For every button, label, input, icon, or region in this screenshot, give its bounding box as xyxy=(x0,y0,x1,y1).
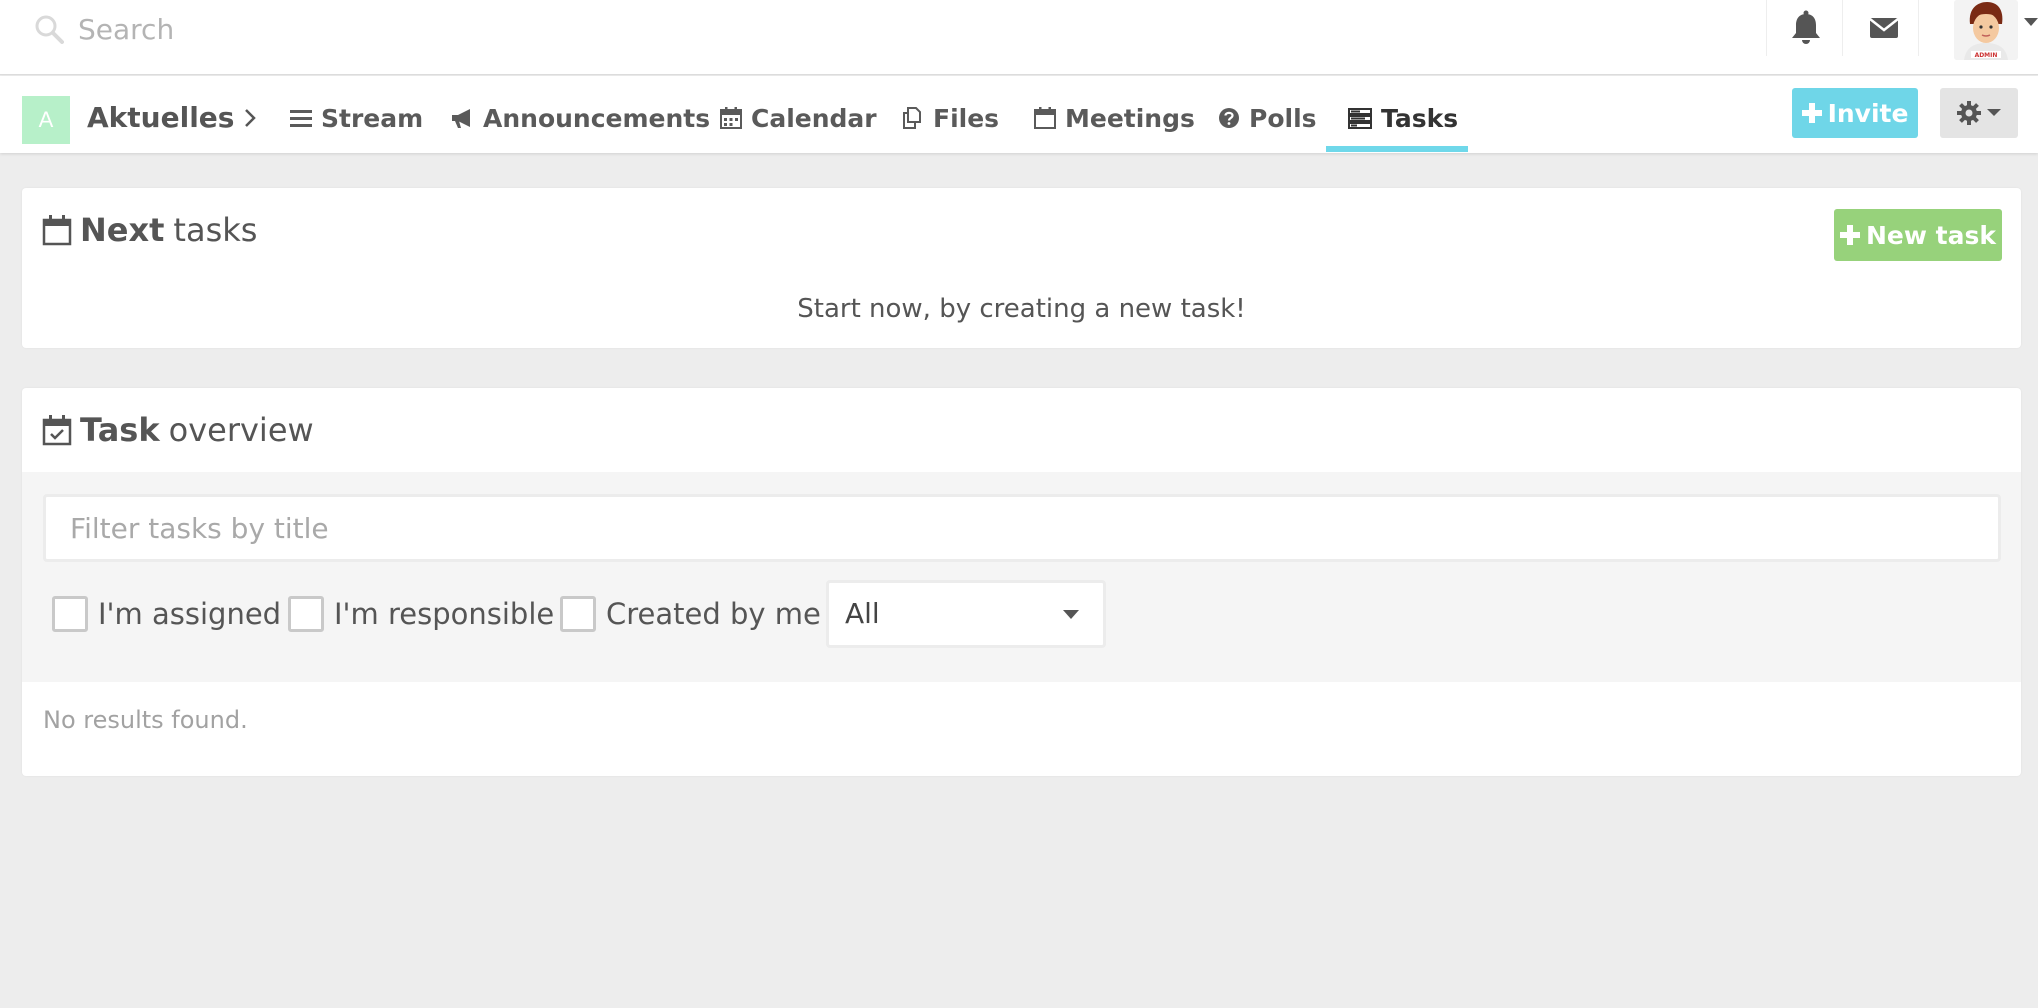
panel-title: Next tasks xyxy=(42,206,257,254)
list-icon xyxy=(290,110,312,127)
checkbox[interactable] xyxy=(560,596,596,632)
svg-text:ADMIN: ADMIN xyxy=(1975,52,1998,59)
question-circle-icon xyxy=(1219,108,1239,128)
search-icon xyxy=(35,15,64,44)
top-bar: ADMIN xyxy=(0,0,2038,75)
created-by-me-checkbox[interactable]: Created by me xyxy=(560,594,821,634)
filter-tasks-input[interactable] xyxy=(43,494,2001,562)
tab-meetings[interactable]: Meetings xyxy=(1034,92,1195,144)
tab-label: Polls xyxy=(1249,103,1317,133)
chevron-down-icon xyxy=(1987,109,2001,116)
divider xyxy=(1918,0,1919,56)
plus-icon xyxy=(1839,225,1860,245)
space-name[interactable]: Aktuelles xyxy=(87,96,234,140)
divider xyxy=(1766,0,1767,56)
bullhorn-icon xyxy=(452,109,470,128)
tab-label: Tasks xyxy=(1381,103,1459,133)
active-tab-indicator xyxy=(1326,146,1468,152)
tab-tasks[interactable]: Tasks xyxy=(1348,92,1458,144)
space-navigation: A Aktuelles Stream Announcements Calenda… xyxy=(0,76,2038,153)
calendar-outline-icon xyxy=(1034,107,1056,129)
empty-state-text: Start now, by creating a new task! xyxy=(797,294,1246,324)
bell-icon[interactable] xyxy=(1788,8,1824,48)
chevron-right-icon xyxy=(245,109,256,127)
tab-label: Announcements xyxy=(483,103,711,133)
tab-label: Stream xyxy=(321,103,424,133)
chevron-down-icon[interactable] xyxy=(2024,18,2038,26)
checkbox[interactable] xyxy=(52,596,88,632)
status-select[interactable]: All xyxy=(826,580,1106,648)
divider xyxy=(1842,0,1843,56)
user-menu[interactable]: ADMIN xyxy=(1950,0,2038,60)
plus-icon xyxy=(1801,103,1822,123)
status-select-value: All xyxy=(845,597,880,630)
chevron-down-icon xyxy=(1063,610,1079,619)
calendar-check-icon xyxy=(42,415,72,446)
no-results-text: No results found. xyxy=(43,706,248,734)
search-input[interactable] xyxy=(78,8,678,50)
tab-announcements[interactable]: Announcements xyxy=(450,92,710,144)
tab-files[interactable]: Files xyxy=(902,92,999,144)
tab-label: Meetings xyxy=(1065,103,1195,133)
tab-label: Calendar xyxy=(751,103,877,133)
calendar-icon xyxy=(42,215,72,246)
tab-polls[interactable]: Polls xyxy=(1218,92,1317,144)
envelope-icon[interactable] xyxy=(1864,8,1904,48)
assigned-checkbox[interactable]: I'm assigned xyxy=(52,594,281,634)
gear-icon xyxy=(1957,101,1981,125)
panel-title: Task overview xyxy=(42,406,314,454)
new-task-label: New task xyxy=(1865,220,1996,250)
new-task-button[interactable]: New task xyxy=(1834,209,2002,261)
invite-label: Invite xyxy=(1827,98,1909,128)
title-rest: tasks xyxy=(173,211,258,249)
task-overview-panel: Task overview I'm assigned I'm responsib… xyxy=(22,388,2021,776)
invite-button[interactable]: Invite xyxy=(1792,88,1918,138)
tab-stream[interactable]: Stream xyxy=(290,92,423,144)
title-rest: overview xyxy=(168,411,314,449)
checkbox[interactable] xyxy=(288,596,324,632)
avatar[interactable]: ADMIN xyxy=(1954,0,2018,60)
title-bold: Task xyxy=(80,411,160,449)
checkbox-label: I'm assigned xyxy=(98,597,282,631)
settings-button[interactable] xyxy=(1940,88,2018,138)
calendar-icon xyxy=(720,107,742,129)
filter-area: I'm assigned I'm responsible Created by … xyxy=(22,472,2021,682)
next-tasks-panel: Next tasks New task Start now, by creati… xyxy=(22,188,2021,348)
files-icon xyxy=(903,107,921,129)
responsible-checkbox[interactable]: I'm responsible xyxy=(288,594,554,634)
checkbox-label: I'm responsible xyxy=(334,597,555,631)
tab-calendar[interactable]: Calendar xyxy=(720,92,877,144)
checkbox-label: Created by me xyxy=(606,597,821,631)
tab-label: Files xyxy=(933,103,1000,133)
title-bold: Next xyxy=(80,211,165,249)
tasks-icon xyxy=(1348,108,1372,129)
space-logo[interactable]: A xyxy=(22,96,70,144)
